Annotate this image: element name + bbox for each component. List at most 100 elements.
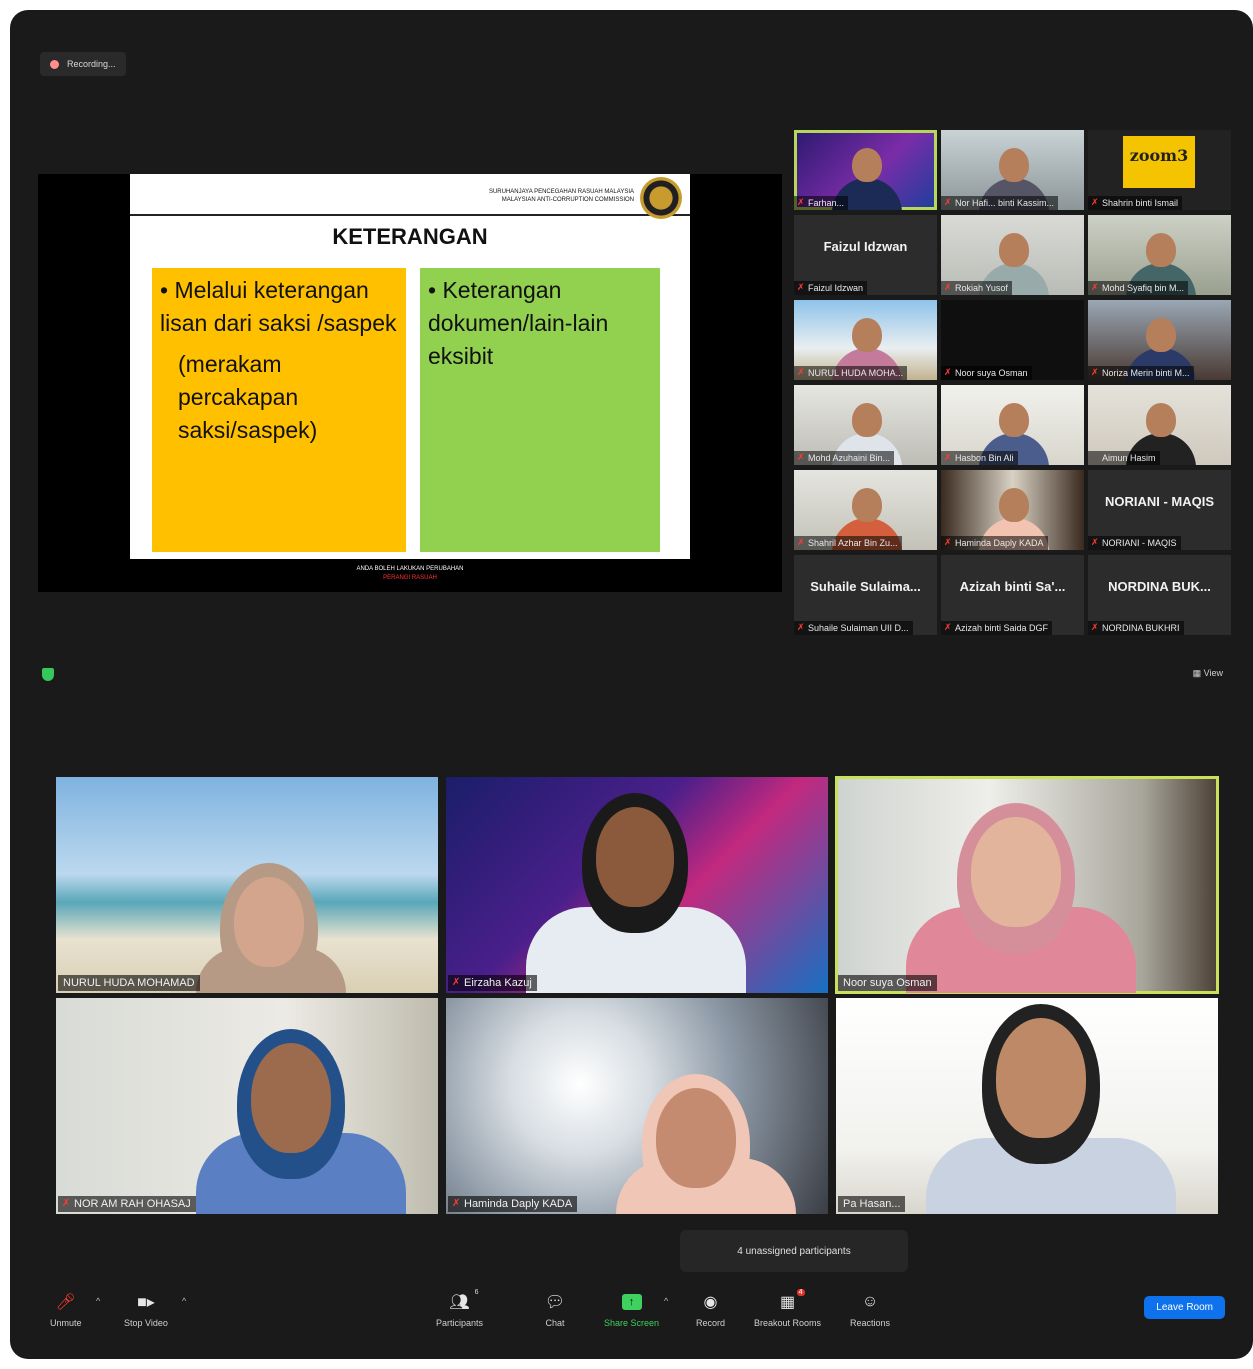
shared-screen: SURUHANJAYA PENCEGAHAN RASUAH MALAYSIA M… [38,174,782,592]
participant-face [971,817,1061,927]
presentation-slide: SURUHANJAYA PENCEGAHAN RASUAH MALAYSIA M… [130,174,690,559]
unmute-button[interactable]: 🎤︎ Unmute [50,1292,82,1328]
participant-face [852,148,882,182]
gallery-tile-name: Hasbon Bin Ali [941,451,1018,465]
slide-footer-line2: PERANGI RASUAH [383,575,437,581]
gallery-tile-display-name: Faizul Idzwan [823,239,908,254]
chat-bubble-icon: 💬︎ [544,1294,566,1311]
gallery-tile[interactable]: Noor suya Osman [941,300,1084,380]
slide-org-name-en: MALAYSIAN ANTI-CORRUPTION COMMISSION [501,197,634,203]
gallery-tile-name: NORDINA BUKHRI [1088,621,1184,635]
video-tile[interactable]: NOR AM RAH OHASAJ [56,998,438,1214]
participants-icon: 👥︎ 6 [449,1289,479,1311]
participant-face [999,233,1029,267]
gallery-tile-name: Noriza Merin binti M... [1088,366,1194,380]
participant-face [596,807,674,907]
gallery-tile[interactable]: NURUL HUDA MOHA... [794,300,937,380]
gallery-tile[interactable]: Rokiah Yusof [941,215,1084,295]
slide-left-box: • Melalui keterangan lisan dari saksi /s… [152,268,406,552]
zoom-window: Recording... SURUHANJAYA PENCEGAHAN RASU… [10,10,1253,1359]
gallery-tile-name: Nor Hafi... binti Kassim... [941,196,1059,210]
gallery-tile-name: Aimun Hasim [1088,451,1160,465]
slide-title: KETERANGAN [332,224,488,249]
gallery-tile[interactable]: Noriza Merin binti M... [1088,300,1231,380]
participant-face [251,1043,331,1153]
recording-label: Recording... [67,59,116,69]
gallery-tile-name: Faizul Idzwan [794,281,868,295]
video-tile[interactable]: NURUL HUDA MOHAMAD [56,777,438,993]
breakout-rooms-button[interactable]: ▦ 4 Breakout Rooms [754,1289,821,1328]
gallery-tile[interactable]: Suhaile Sulaima... Suhaile Sulaiman UII D… [794,555,937,635]
share-options-caret-icon[interactable]: ^ [664,1296,668,1306]
slide-left-sub: (merakam percakapan saksi/saspek) [178,351,318,443]
gallery-tile-name: Haminda Daply KADA [941,536,1048,550]
recording-dot-icon [50,59,59,69]
record-icon: ◉ [703,1294,718,1311]
gallery-tile-name: NORIANI - MAQIS [1088,536,1181,550]
gallery-tile[interactable]: Mohd Syafiq bin M... [1088,215,1231,295]
chat-button[interactable]: 💬︎ Chat [544,1292,566,1328]
slide-org-name: SURUHANJAYA PENCEGAHAN RASUAH MALAYSIA [488,189,634,195]
slide-left-bullet: • Melalui keterangan lisan dari saksi /s… [160,277,397,336]
audio-options-caret-icon[interactable]: ^ [96,1296,100,1306]
meeting-toolbar: 🎤︎ Unmute ^ ■▸ Stop Video ^ 👥︎ 6 Particip… [10,1278,1253,1348]
reactions-icon: ☺ [861,1293,879,1310]
gallery-tile-name: Mohd Azuhaini Bin... [794,451,895,465]
share-screen-icon: ↑ [621,1292,643,1312]
gallery-tile-display-name: NORDINA BUK... [1108,579,1211,594]
gallery-tile[interactable]: zoom3 Shahrin binti Ismail [1088,130,1231,210]
video-tile[interactable]: Haminda Daply KADA [446,998,828,1214]
share-screen-button[interactable]: ↑ Share Screen [604,1292,659,1328]
gallery-tile[interactable]: NORDINA BUK... NORDINA BUKHRI [1088,555,1231,635]
gallery-tile[interactable]: Mohd Azuhaini Bin... [794,385,937,465]
gallery-tile[interactable]: Haminda Daply KADA [941,470,1084,550]
microphone-muted-icon: 🎤︎ [55,1294,76,1311]
gallery-tile-name: Shahril Azhar Bin Zu... [794,536,902,550]
video-options-caret-icon[interactable]: ^ [182,1296,186,1306]
video-tile-name: Pa Hasan... [838,1196,906,1212]
participant-face [996,1018,1086,1138]
participant-face [1146,233,1176,267]
stop-video-button[interactable]: ■▸ Stop Video [124,1292,168,1328]
participant-face [852,488,882,522]
slide-footer: ANDA BOLEH LAKUKAN PERUBAHAN PERANGI RAS… [38,565,782,583]
gallery-tile[interactable]: Aimun Hasim [1088,385,1231,465]
video-tile-name: Haminda Daply KADA [448,1196,578,1212]
gallery-tile-name: Rokiah Yusof [941,281,1012,295]
participant-face [999,148,1029,182]
video-tile[interactable]: Pa Hasan... [836,998,1218,1214]
gallery-tile-name: Azizah binti Saida DGF [941,621,1053,635]
gallery-tile[interactable]: Faizul Idzwan Faizul Idzwan [794,215,937,295]
gallery-tile-name: NURUL HUDA MOHA... [794,366,908,380]
gallery-tile[interactable]: Shahril Azhar Bin Zu... [794,470,937,550]
participant-face [656,1088,736,1188]
breakout-rooms-icon: ▦ 4 [779,1289,805,1311]
gallery-tile-name: Suhaile Sulaiman UII D... [794,621,913,635]
gallery-tile[interactable]: NORIANI - MAQIS NORIANI - MAQIS [1088,470,1231,550]
gallery-tile-name: Shahrin binti Ismail [1088,196,1183,210]
participant-face [1146,403,1176,437]
record-button[interactable]: ◉ Record [696,1292,725,1328]
gallery-tile-display-name: Suhaile Sulaima... [810,579,921,594]
gallery-tile-name: Mohd Syafiq bin M... [1088,281,1189,295]
recording-indicator[interactable]: Recording... [40,52,126,76]
reactions-button[interactable]: ☺ Reactions [850,1292,890,1328]
shield-icon[interactable] [42,668,54,681]
gallery-tile[interactable]: Azizah binti Sa'... Azizah binti Saida DG… [941,555,1084,635]
slide-right-box: • Keterangan dokumen/lain-lain eksibit [420,268,660,552]
participants-button[interactable]: 👥︎ 6 Participants [436,1289,483,1328]
participant-face [999,403,1029,437]
video-tile[interactable]: Eirzaha Kazuj [446,777,828,993]
participant-face [852,318,882,352]
gallery-tile[interactable]: Farhan... [794,130,937,210]
gallery-tile-display-name: Azizah binti Sa'... [959,579,1066,594]
leave-room-button[interactable]: Leave Room [1144,1296,1225,1319]
view-button[interactable]: ▦ View [1193,668,1223,679]
video-tile[interactable]: Noor suya Osman [835,776,1219,994]
video-tile-name: NURUL HUDA MOHAMAD [58,975,200,991]
gallery-tile[interactable]: Nor Hafi... binti Kassim... [941,130,1084,210]
gallery-tile-name: Noor suya Osman [941,366,1032,380]
slide-footer-line1: ANDA BOLEH LAKUKAN PERUBAHAN [356,566,464,572]
participant-face [852,403,882,437]
gallery-tile[interactable]: Hasbon Bin Ali [941,385,1084,465]
